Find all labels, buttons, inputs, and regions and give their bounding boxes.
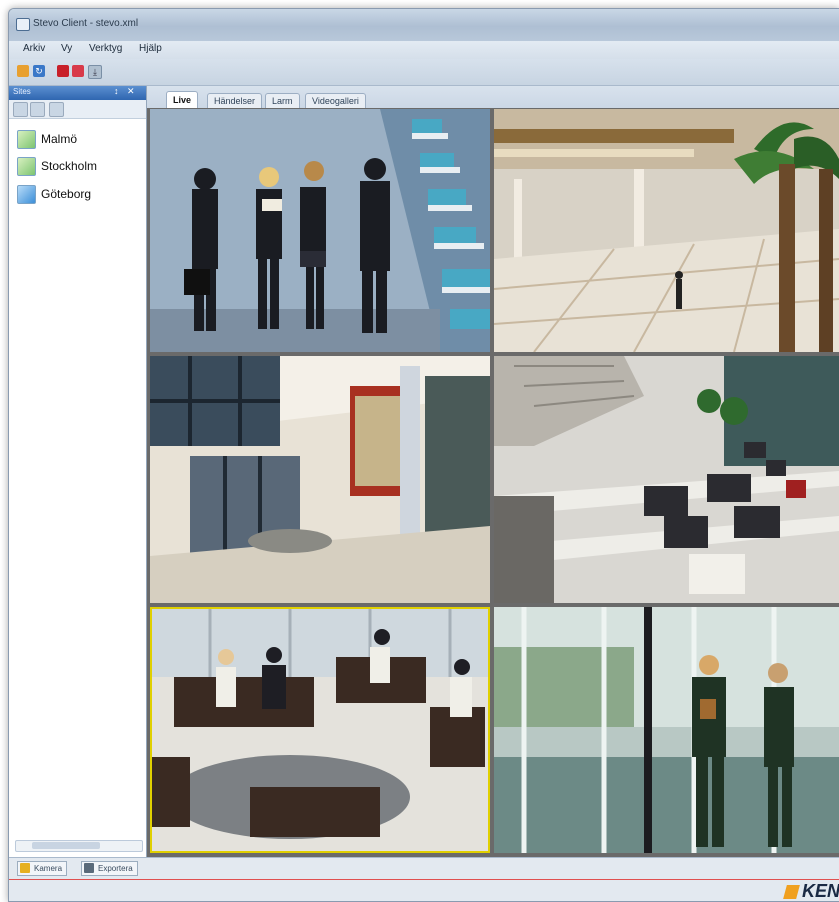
camera-image — [494, 356, 839, 603]
tab-handelser[interactable]: Händelser — [207, 93, 263, 108]
sites-panel-title: Sites — [13, 87, 31, 96]
logo-text: KEN — [801, 881, 839, 901]
site-icon — [17, 130, 36, 149]
tab-larm[interactable]: Larm — [265, 93, 300, 108]
close-icon[interactable]: ✕ — [127, 86, 135, 97]
menu-bar: Arkiv Vy Verktyg Hjälp — [9, 41, 839, 59]
export-icon — [84, 863, 94, 873]
toolbar: ↻ ⤓ — [9, 59, 839, 86]
tab-live[interactable]: Live — [166, 91, 199, 108]
camera-view-1[interactable] — [150, 109, 490, 352]
camera-grid — [147, 108, 839, 857]
site-label: Göteborg — [41, 187, 92, 201]
camera-image — [150, 607, 490, 853]
menu-item-vy[interactable]: Vy — [61, 43, 72, 54]
horizontal-scrollbar[interactable] — [15, 840, 143, 852]
camera-image — [150, 109, 490, 352]
pin-icon[interactable]: ↕ — [114, 86, 119, 96]
sites-panel-toolbar — [9, 100, 146, 119]
bottom-bar: Kamera Exportera KEN — [9, 857, 839, 901]
site-item-goteborg[interactable]: Göteborg — [17, 182, 143, 204]
sort-icon[interactable] — [49, 102, 64, 117]
camera-view-3[interactable] — [150, 356, 490, 603]
tab-exportera-label: Exportera — [98, 864, 133, 873]
site-label: Malmö — [41, 132, 78, 146]
view-tabs: Live Händelser Larm Videogalleri — [147, 86, 839, 108]
site-item-malmo[interactable]: Malmö — [17, 127, 143, 149]
site-item-stockholm[interactable]: Stockholm — [17, 154, 143, 176]
list-view-icon[interactable] — [30, 102, 45, 117]
export-icon[interactable]: ⤓ — [88, 65, 102, 79]
tree-view-icon[interactable] — [13, 102, 28, 117]
refresh-icon[interactable]: ↻ — [33, 65, 45, 77]
title-bar[interactable]: Stevo Client - stevo.xml — [9, 9, 839, 41]
menu-item-verktyg[interactable]: Verktyg — [89, 43, 122, 54]
alarm-icon[interactable] — [72, 65, 84, 77]
tab-videogalleri[interactable]: Videogalleri — [305, 93, 366, 108]
separator-line — [9, 879, 839, 880]
scrollbar-thumb[interactable] — [32, 842, 100, 849]
sites-panel-header: Sites ↕ ✕ — [9, 86, 146, 100]
menu-item-arkiv[interactable]: Arkiv — [23, 43, 45, 54]
camera-view-4[interactable] — [494, 356, 839, 603]
site-icon — [17, 157, 36, 176]
logo-mark-icon — [783, 885, 800, 899]
app-icon — [16, 18, 30, 31]
open-icon[interactable] — [17, 65, 29, 77]
menu-item-hjalp[interactable]: Hjälp — [139, 43, 162, 54]
camera-icon — [20, 863, 30, 873]
camera-view-5[interactable] — [150, 607, 490, 853]
tab-kamera[interactable]: Kamera — [17, 861, 68, 876]
application-window: Stevo Client - stevo.xml Arkiv Vy Verkty… — [8, 8, 839, 902]
sites-panel: Sites ↕ ✕ Malmö Stockholm Göteborg — [9, 86, 147, 857]
camera-image — [494, 607, 839, 853]
window-title: Stevo Client - stevo.xml — [33, 18, 139, 29]
site-label: Stockholm — [41, 159, 98, 173]
record-icon[interactable] — [57, 65, 69, 77]
brand-logo: KEN — [783, 881, 839, 901]
tab-kamera-label: Kamera — [34, 864, 63, 873]
camera-image — [150, 356, 490, 603]
camera-view-2[interactable] — [494, 109, 839, 352]
camera-image — [494, 109, 839, 352]
tab-exportera[interactable]: Exportera — [81, 861, 138, 876]
camera-view-6[interactable] — [494, 607, 839, 853]
site-icon — [17, 185, 36, 204]
